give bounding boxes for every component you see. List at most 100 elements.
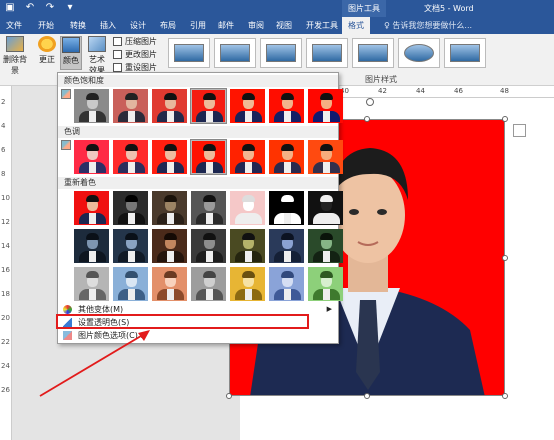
- ruler-tick: 14: [1, 242, 10, 250]
- color-variant-thumbnail[interactable]: [308, 89, 343, 123]
- color-button[interactable]: 颜色: [60, 36, 82, 70]
- save-icon[interactable]: ▣: [4, 2, 16, 13]
- picture-style-4[interactable]: [306, 38, 348, 68]
- picture-style-5[interactable]: [352, 38, 394, 68]
- picture-style-2[interactable]: [214, 38, 256, 68]
- color-variant-thumbnail[interactable]: [113, 140, 148, 174]
- color-variant-thumbnail[interactable]: [191, 229, 226, 263]
- color-label: 颜色: [63, 56, 79, 65]
- color-variant-thumbnail[interactable]: [230, 140, 265, 174]
- corrections-button[interactable]: 更正: [36, 36, 58, 65]
- tab-developer[interactable]: 开发工具: [306, 20, 338, 31]
- color-variant-thumbnail[interactable]: [230, 191, 265, 225]
- color-variant-thumbnail[interactable]: [152, 140, 187, 174]
- ruler-tick: 48: [500, 87, 509, 95]
- ruler-tick: 6: [1, 146, 6, 154]
- resize-handle[interactable]: [502, 255, 508, 261]
- tab-file[interactable]: 文件: [6, 20, 22, 31]
- picture-style-3[interactable]: [260, 38, 302, 68]
- color-variant-thumbnail[interactable]: [74, 89, 109, 123]
- color-variant-thumbnail[interactable]: [113, 267, 148, 301]
- horizontal-ruler: 40 42 44 46 48: [340, 86, 554, 98]
- saturation-icon: [61, 89, 71, 99]
- color-variant-thumbnail[interactable]: [230, 267, 265, 301]
- ruler-tick: 8: [1, 170, 6, 178]
- remove-background-label: 删除背景: [3, 55, 27, 75]
- color-variant-thumbnail[interactable]: [113, 229, 148, 263]
- color-variant-thumbnail[interactable]: [308, 229, 343, 263]
- ruler-tick: 24: [1, 362, 10, 370]
- color-variant-thumbnail[interactable]: [230, 89, 265, 123]
- tab-format[interactable]: 格式: [342, 17, 370, 34]
- tab-review[interactable]: 审阅: [248, 20, 264, 31]
- tab-insert[interactable]: 插入: [100, 20, 116, 31]
- palette-icon: [63, 305, 72, 314]
- layout-options-icon[interactable]: [513, 124, 526, 137]
- color-variant-thumbnail[interactable]: [190, 88, 227, 124]
- ruler-tick: 46: [454, 87, 463, 95]
- color-variant-thumbnail[interactable]: [269, 140, 304, 174]
- customize-icon[interactable]: ▾: [64, 2, 76, 13]
- artistic-effects-button[interactable]: 艺术效果: [86, 36, 108, 76]
- ribbon-tabs: 文件 开始 转换 插入 设计 布局 引用 邮件 审阅 视图 开发工具 格式 ♀ …: [0, 17, 554, 34]
- more-variations-label: 其他变体(M): [78, 305, 124, 314]
- document-title: 文档5 - Word: [424, 4, 474, 13]
- recolor-row: [74, 267, 343, 301]
- color-variant-thumbnail[interactable]: [152, 229, 187, 263]
- tab-mailings[interactable]: 邮件: [218, 20, 234, 31]
- remove-background-button[interactable]: 删除背景: [2, 36, 28, 76]
- resize-handle[interactable]: [364, 116, 370, 122]
- color-variant-thumbnail[interactable]: [191, 267, 226, 301]
- color-variant-thumbnail[interactable]: [113, 191, 148, 225]
- recolor-row: [74, 229, 343, 263]
- color-variant-thumbnail[interactable]: [308, 140, 343, 174]
- color-variant-thumbnail[interactable]: [191, 191, 226, 225]
- color-variant-thumbnail[interactable]: [74, 191, 109, 225]
- tab-references[interactable]: 引用: [190, 20, 206, 31]
- ruler-tick: 18: [1, 290, 10, 298]
- change-picture-button[interactable]: 更改图片: [113, 49, 157, 60]
- picture-color-options-menu-item[interactable]: 图片颜色选项(C)...: [58, 329, 338, 342]
- picture-style-6[interactable]: [398, 38, 440, 68]
- color-variant-thumbnail[interactable]: [269, 229, 304, 263]
- color-variant-thumbnail[interactable]: [152, 191, 187, 225]
- picture-style-1[interactable]: [168, 38, 210, 68]
- color-variant-thumbnail[interactable]: [269, 267, 304, 301]
- ruler-tick: 20: [1, 314, 10, 322]
- tell-me-box[interactable]: ♀ 告诉我您想要做什么...: [384, 20, 472, 31]
- color-dropdown-gallery: 颜色饱和度 色调 重新着色 其他变体(M) ▶ 设置透明色(S) 图片颜色选项(…: [57, 72, 343, 344]
- picture-color-options-label: 图片颜色选项(C)...: [78, 331, 146, 340]
- color-variant-thumbnail[interactable]: [190, 139, 227, 175]
- resize-handle[interactable]: [364, 393, 370, 399]
- rotate-handle[interactable]: [366, 98, 374, 106]
- resize-handle[interactable]: [226, 393, 232, 399]
- color-variant-thumbnail[interactable]: [269, 89, 304, 123]
- redo-icon[interactable]: ↷: [44, 2, 56, 13]
- color-icon: [62, 37, 80, 53]
- undo-icon[interactable]: ↶: [24, 2, 36, 13]
- reset-picture-icon: [113, 63, 122, 72]
- color-variant-thumbnail[interactable]: [74, 140, 109, 174]
- tab-layout[interactable]: 布局: [160, 20, 176, 31]
- color-variant-thumbnail[interactable]: [152, 89, 187, 123]
- picture-style-7[interactable]: [444, 38, 486, 68]
- resize-handle[interactable]: [502, 393, 508, 399]
- tab-convert[interactable]: 转换: [70, 20, 86, 31]
- color-variant-thumbnail[interactable]: [230, 229, 265, 263]
- color-variant-thumbnail[interactable]: [113, 89, 148, 123]
- color-variant-thumbnail[interactable]: [308, 267, 343, 301]
- compress-pictures-button[interactable]: 压缩图片: [113, 36, 157, 47]
- resize-handle[interactable]: [502, 116, 508, 122]
- color-variant-thumbnail[interactable]: [152, 267, 187, 301]
- color-variant-thumbnail[interactable]: [74, 229, 109, 263]
- ruler-tick: 44: [416, 87, 425, 95]
- tab-view[interactable]: 视图: [276, 20, 292, 31]
- color-variant-thumbnail[interactable]: [74, 267, 109, 301]
- tab-design[interactable]: 设计: [130, 20, 146, 31]
- tab-home[interactable]: 开始: [38, 20, 54, 31]
- ruler-tick: 22: [1, 338, 10, 346]
- color-variant-thumbnail[interactable]: [269, 191, 304, 225]
- recolor-row: [74, 191, 343, 225]
- ruler-tick: 16: [1, 266, 10, 274]
- color-variant-thumbnail[interactable]: [308, 191, 343, 225]
